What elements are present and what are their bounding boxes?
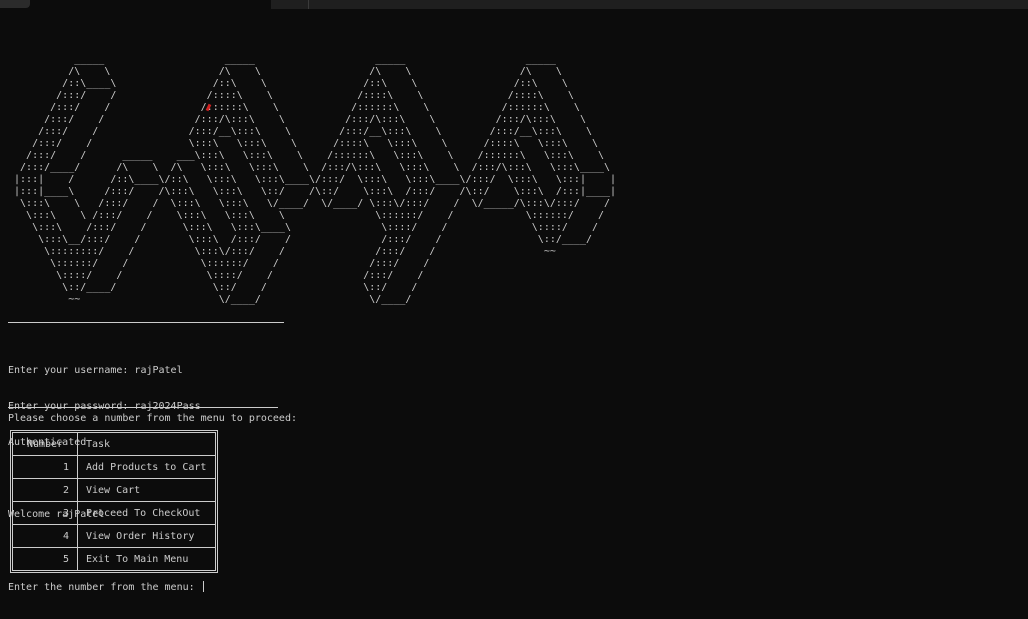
tab-separator (308, 0, 309, 9)
username-line: Enter your username: rajPatel (8, 365, 183, 376)
row-task: Add Products to Cart (77, 455, 216, 479)
row-number: 5 (12, 547, 78, 571)
menu-prompt-label: Enter the number from the menu: (8, 582, 201, 593)
row-task: Exit To Main Menu (77, 547, 216, 571)
menu-input-prompt[interactable]: Enter the number from the menu: (8, 581, 204, 594)
row-number: 2 (12, 478, 78, 502)
terminal-output[interactable]: _____ _____ _____ _____ /\ \ /\ \ /\ \ /… (8, 30, 1020, 330)
text-cursor[interactable] (202, 581, 204, 592)
separator-line-bottom (8, 407, 278, 408)
choose-prompt: Please choose a number from the menu to … (8, 413, 297, 424)
row-task: View Cart (77, 478, 216, 502)
header-number: Number (12, 432, 78, 456)
table-row: 2 View Cart (12, 478, 216, 502)
terminal-tab-bar (0, 0, 1028, 9)
row-number: 1 (12, 455, 78, 479)
row-number: 4 (12, 524, 78, 548)
table-row: 4 View Order History (12, 524, 216, 548)
row-number: 3 (12, 501, 78, 525)
table-header-row: Number Task (12, 432, 216, 456)
separator-line-top (8, 322, 284, 323)
row-task: View Order History (77, 524, 216, 548)
table-row: 3 Proceed To CheckOut (12, 501, 216, 525)
row-task: Proceed To CheckOut (77, 501, 216, 525)
header-task: Task (77, 432, 216, 456)
ascii-banner: _____ _____ _____ _____ /\ \ /\ \ /\ \ /… (14, 54, 617, 305)
tab-strip[interactable] (271, 0, 1028, 9)
terminal-tab[interactable] (0, 0, 30, 8)
table-row: 1 Add Products to Cart (12, 455, 216, 479)
table-row: 5 Exit To Main Menu (12, 547, 216, 571)
menu-table: Number Task 1 Add Products to Cart 2 Vie… (10, 430, 218, 573)
